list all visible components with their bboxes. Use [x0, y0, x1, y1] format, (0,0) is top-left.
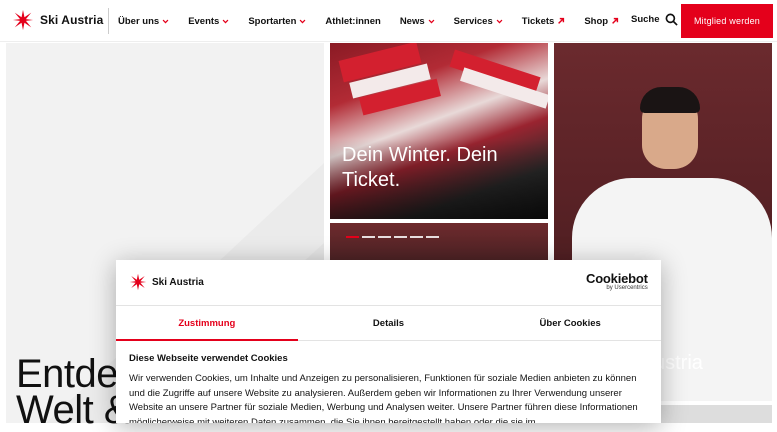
- slider-dot[interactable]: [426, 236, 439, 238]
- search-icon: [665, 13, 678, 26]
- athlete-hair: [640, 87, 700, 113]
- slider-dot[interactable]: [378, 236, 391, 238]
- nav-label: Services: [453, 15, 493, 27]
- site-logo[interactable]: Ski Austria: [12, 9, 103, 31]
- search-label: Suche: [631, 14, 660, 25]
- nav-item-ueber-uns[interactable]: Über uns: [118, 16, 169, 27]
- header-divider: [108, 8, 109, 34]
- slider-dot[interactable]: [394, 236, 407, 238]
- cookiebot-brand: Cookiebot: [586, 271, 648, 286]
- chevron-down-icon: [162, 19, 169, 23]
- cookie-title: Diese Webseite verwendet Cookies: [129, 353, 288, 364]
- nav-label: Über uns: [118, 15, 160, 27]
- ski-austria-star-icon: [12, 9, 34, 31]
- slider-dot[interactable]: [346, 236, 359, 238]
- main-nav: Über uns Events Sportarten Athlet:innen …: [118, 0, 638, 42]
- chevron-down-icon: [428, 19, 435, 23]
- nav-item-athletinnen[interactable]: Athlet:innen: [325, 16, 380, 27]
- nav-label: Shop: [584, 15, 609, 27]
- logo-text: Ski Austria: [40, 13, 104, 27]
- ski-austria-star-icon: [129, 273, 147, 291]
- cookie-description: Wir verwenden Cookies, um Inhalte und An…: [129, 373, 638, 423]
- cookie-tabs: Zustimmung Details Über Cookies: [116, 307, 661, 341]
- hero-headline-line: Entde: [16, 352, 119, 396]
- nav-item-services[interactable]: Services: [454, 16, 503, 27]
- cookie-dialog-header: Ski Austria Cookiebot by Usercentrics: [116, 260, 661, 306]
- nav-label: Events: [188, 15, 220, 27]
- ticket-card[interactable]: Dein Winter. Dein Ticket.: [330, 43, 548, 219]
- tab-ueber-cookies[interactable]: Über Cookies: [479, 307, 661, 340]
- become-member-button[interactable]: Mitglied werden: [681, 4, 773, 38]
- external-link-icon: [558, 17, 565, 24]
- cookie-dialog: Ski Austria Cookiebot by Usercentrics Zu…: [116, 260, 661, 423]
- cookie-site-logo: Ski Austria: [129, 273, 204, 291]
- chevron-down-icon: [496, 19, 503, 23]
- nav-item-shop[interactable]: Shop: [584, 16, 619, 27]
- slider-pagination: [346, 236, 439, 238]
- athlete-card-caption: ustria: [654, 352, 703, 374]
- nav-label: Sportarten: [248, 15, 297, 27]
- search-button[interactable]: Suche: [631, 13, 678, 26]
- site-header: Ski Austria Über uns Events Sportarten A…: [0, 0, 777, 42]
- slider-dot[interactable]: [362, 236, 375, 238]
- cookiebot-logo[interactable]: Cookiebot by Usercentrics: [586, 271, 648, 291]
- hero-headline: Entde Welt &: [16, 352, 131, 430]
- nav-item-events[interactable]: Events: [188, 16, 229, 27]
- nav-label: Athlet:innen: [325, 15, 381, 27]
- external-link-icon: [612, 17, 619, 24]
- ticket-card-title: Dein Winter. Dein Ticket.: [342, 144, 498, 191]
- chevron-down-icon: [222, 19, 229, 23]
- slider-strip: [330, 223, 548, 263]
- nav-item-sportarten[interactable]: Sportarten: [248, 16, 306, 27]
- cookie-logo-text: Ski Austria: [152, 276, 204, 288]
- nav-item-tickets[interactable]: Tickets: [522, 16, 566, 27]
- nav-item-news[interactable]: News: [400, 16, 435, 27]
- cookie-body: Diese Webseite verwendet Cookies Wir ver…: [129, 353, 649, 423]
- nav-label: Tickets: [521, 15, 555, 27]
- nav-label: News: [399, 15, 425, 27]
- tab-details[interactable]: Details: [298, 307, 480, 340]
- chevron-down-icon: [299, 19, 306, 23]
- tab-zustimmung[interactable]: Zustimmung: [116, 307, 298, 341]
- slider-dot[interactable]: [410, 236, 423, 238]
